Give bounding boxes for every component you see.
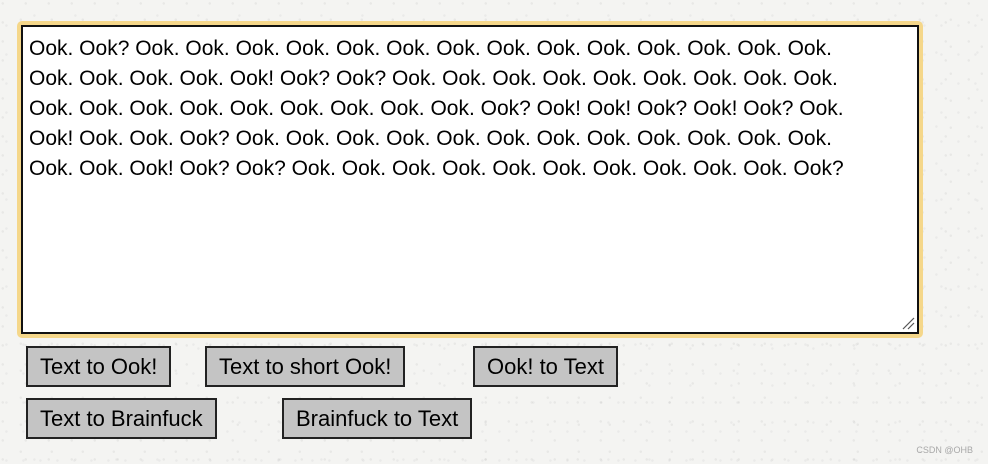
ook-to-text-button[interactable]: Ook! to Text [473, 346, 618, 387]
brainfuck-to-text-button[interactable]: Brainfuck to Text [282, 398, 473, 439]
watermark: CSDN @OHB [916, 445, 973, 455]
text-to-short-ook-button[interactable]: Text to short Ook! [205, 346, 406, 387]
ook-textarea[interactable]: Ook. Ook? Ook. Ook. Ook. Ook. Ook. Ook. … [21, 25, 919, 334]
text-to-brainfuck-button[interactable]: Text to Brainfuck [26, 398, 217, 439]
text-to-ook-button[interactable]: Text to Ook! [26, 346, 172, 387]
textarea-focus-ring: Ook. Ook? Ook. Ook. Ook. Ook. Ook. Ook. … [17, 21, 923, 338]
page: { "editor": { "value": "Ook. Ook? Ook. O… [0, 0, 988, 464]
